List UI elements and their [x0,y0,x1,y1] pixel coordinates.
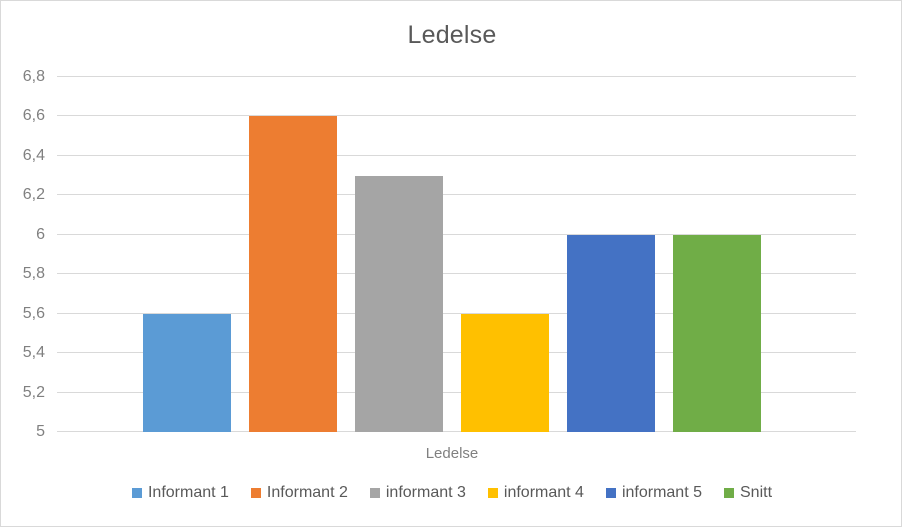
y-axis-tick-label: 5,2 [22,383,45,401]
bar-6[interactable] [672,234,761,432]
legend-item-label: informant 3 [385,484,466,501]
legend-item-label: informant 5 [621,484,702,501]
legend-swatch-icon [487,488,498,498]
y-axis-tick-label: 6,6 [22,107,45,125]
legend-item-4[interactable]: informant 4 [487,484,584,502]
bar-5[interactable] [566,234,655,432]
legend-item-label: Informant 1 [147,484,229,501]
legend-item-1[interactable]: Informant 1 [131,484,229,502]
y-axis-tick-label: 6 [36,225,45,243]
legend-swatch-icon [369,488,380,498]
legend-swatch-icon [605,488,616,498]
chart-title: Ledelse [407,21,497,49]
bar-3[interactable] [354,175,443,432]
chart-container: Ledelse 6,8 6,6 6,4 6,2 6 5,8 5,6 5,4 5,2 5 Ledel… [0,0,902,527]
legend-item-3[interactable]: informant 3 [369,484,466,502]
bar-4[interactable] [460,313,549,432]
y-axis: 6,8 6,6 6,4 6,2 6 5,8 5,6 5,4 5,2 5 [1,68,51,440]
category-axis-label: Ledelse [425,445,479,462]
legend-swatch-icon [250,488,261,498]
bars-layer [57,77,856,432]
y-axis-tick-label: 5,6 [22,304,45,322]
y-axis-tick-label: 5,8 [22,265,45,283]
y-axis-tick-label: 5 [36,423,45,440]
bar-1[interactable] [142,313,231,432]
legend-swatch-icon [131,488,142,498]
legend-item-label: Informant 2 [266,484,348,501]
y-axis-tick-label: 5,4 [22,344,45,362]
y-axis-tick-label: 6,8 [22,68,45,85]
legend-item-2[interactable]: Informant 2 [250,484,348,502]
legend-item-6[interactable]: Snitt [724,484,772,502]
legend-item-label: Snitt [740,484,773,501]
y-axis-tick-label: 6,2 [22,186,45,204]
chart-legend: Informant 1 Informant 2 informant 3 informa… [1,484,901,502]
legend-item-label: informant 4 [503,484,584,501]
bar-2[interactable] [248,116,337,432]
legend-item-5[interactable]: informant 5 [605,484,702,502]
y-axis-tick-label: 6,4 [22,146,45,164]
legend-swatch-icon [724,488,734,498]
